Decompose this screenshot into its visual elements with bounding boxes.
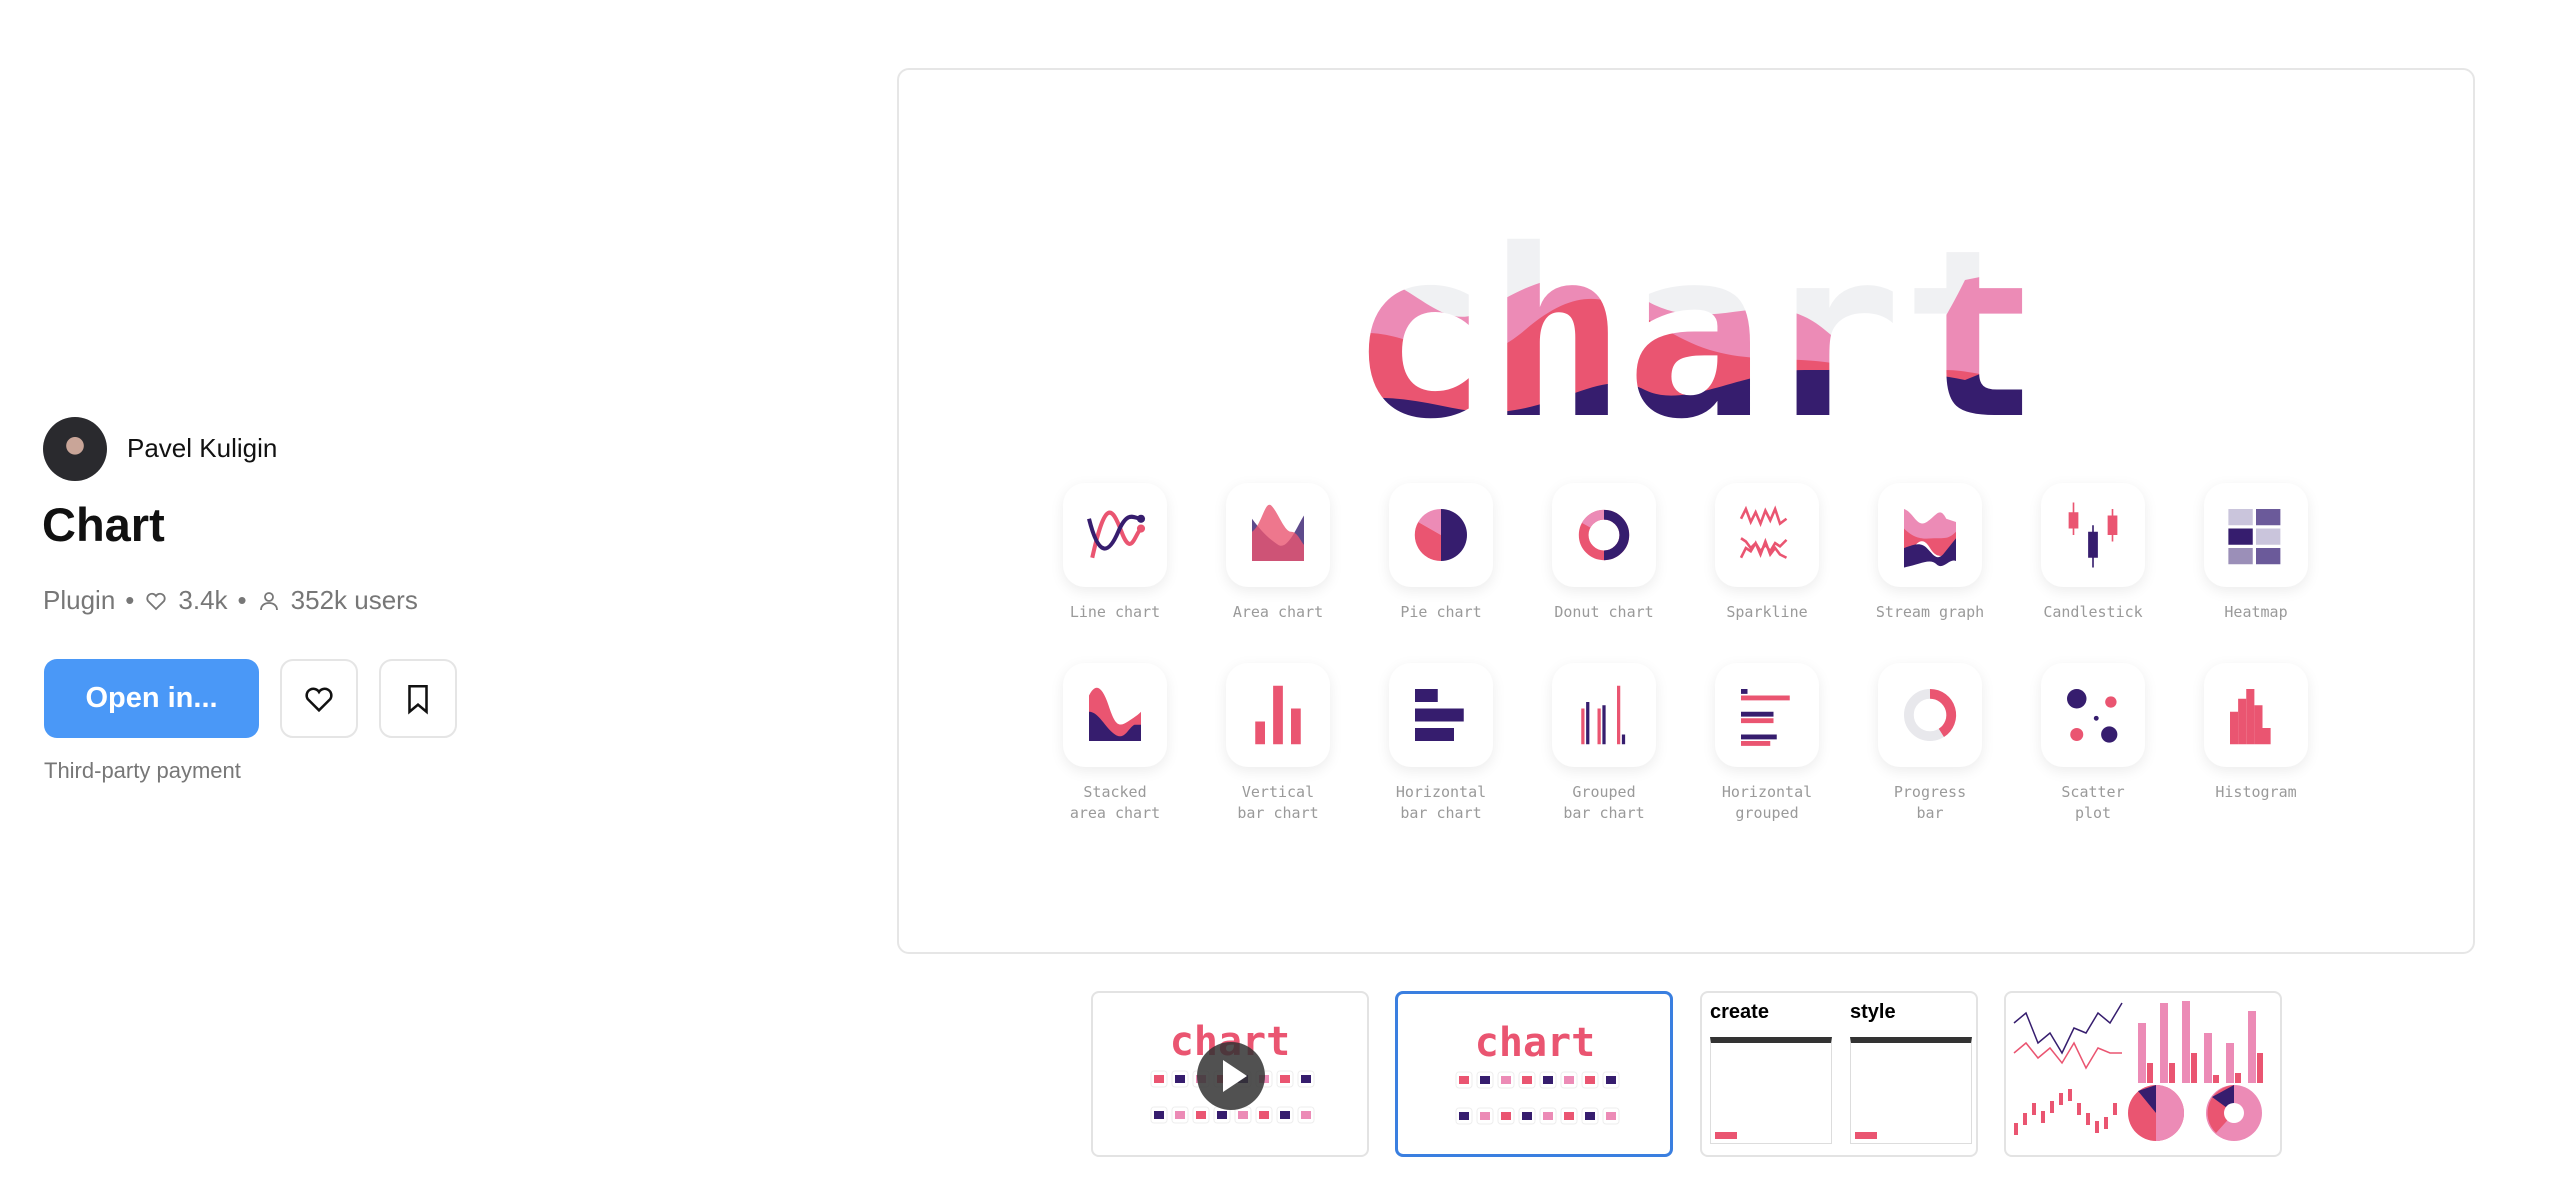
like-button[interactable] (280, 659, 358, 738)
stacked-area-icon (1089, 687, 1141, 741)
style-heading: style (1850, 1001, 1896, 1023)
chart-wordmark: chart (1350, 220, 2040, 450)
chart-type-candlestick (2041, 483, 2145, 587)
heart-icon (146, 592, 166, 610)
thumbnail-1[interactable]: chart (1091, 991, 1369, 1157)
thumbnail-4[interactable] (2004, 991, 2282, 1157)
chart-type-label: Stacked area chart (1069, 783, 1161, 822)
hero-preview: chart Line chart Area chart Pie chart Donut… (897, 68, 2475, 954)
user-count: 352k users (290, 585, 418, 615)
chart-type-label: Area chart (1232, 603, 1324, 621)
like-count: 3.4k (178, 585, 228, 615)
heart-icon (305, 687, 333, 712)
pie-chart-icon (1414, 508, 1467, 562)
chart-type-histogram (2204, 663, 2308, 767)
vertical-bar-icon (1255, 685, 1301, 745)
open-in-button[interactable]: Open in... (44, 659, 259, 738)
bookmark-button[interactable] (379, 659, 457, 738)
chart-type-label: Vertical bar chart (1237, 783, 1319, 822)
chart-type-pie-chart (1389, 483, 1493, 587)
progress-bar-icon (1904, 688, 1957, 741)
chart-type-heatmap (2204, 483, 2308, 587)
chart-type-horizontal-bar (1389, 663, 1493, 767)
chart-type-label: Progress bar (1893, 783, 1967, 822)
create-heading: create (1710, 1001, 1769, 1023)
plugin-type: Plugin (43, 585, 116, 615)
mini-wordmark: chart (1475, 1020, 1595, 1066)
chart-type-label: Histogram (2215, 783, 2297, 801)
area-chart-icon (1252, 504, 1304, 561)
separator-dot: • (237, 585, 247, 615)
sparkline-icon (1739, 505, 1788, 559)
candlestick-icon (2068, 502, 2118, 568)
author-name[interactable]: Pavel Kuligin (127, 433, 277, 464)
chart-type-label: Pie chart (1400, 603, 1482, 621)
plugin-meta: Plugin • 3.4k • 352k users (43, 585, 418, 616)
chart-type-donut-chart (1552, 483, 1656, 587)
histogram-icon (2230, 689, 2271, 745)
chart-type-horizontal-grouped (1715, 663, 1819, 767)
plugin-title: Chart (42, 498, 165, 551)
chart-type-grouped-bar (1552, 663, 1656, 767)
bookmark-icon (408, 684, 428, 714)
stream-graph-icon (1904, 509, 1956, 568)
mini-charts (2013, 1001, 2263, 1141)
chart-type-label: Heatmap (2224, 603, 2288, 621)
thumbnail-2[interactable]: chart (1395, 991, 1673, 1157)
chart-type-stream-graph (1878, 483, 1982, 587)
chart-type-label: Horizontal grouped (1721, 783, 1813, 822)
chart-type-label: Sparkline (1726, 603, 1808, 621)
chart-type-label: Line chart (1069, 603, 1161, 621)
chart-type-vertical-bar (1226, 663, 1330, 767)
chart-type-label: Grouped bar chart (1563, 783, 1645, 822)
horizontal-bar-icon (1415, 689, 1464, 741)
chart-type-label: Donut chart (1554, 603, 1654, 621)
chart-type-label: Stream graph (1875, 603, 1985, 621)
author-avatar[interactable] (43, 417, 107, 481)
chart-type-label: Scatter plot (2061, 783, 2125, 822)
play-icon[interactable] (1197, 1042, 1265, 1110)
scatter-plot-icon (2067, 689, 2118, 743)
user-icon (259, 591, 278, 610)
chart-type-line-chart (1063, 483, 1167, 587)
donut-chart-icon (1578, 509, 1630, 561)
thumbnail-3[interactable]: create style (1700, 991, 1978, 1157)
separator-dot: • (125, 585, 135, 615)
heatmap-icon (2228, 509, 2281, 565)
grouped-bar-icon (1581, 685, 1626, 745)
chart-type-scatter-plot (2041, 663, 2145, 767)
chart-type-sparkline (1715, 483, 1819, 587)
horizontal-grouped-icon (1741, 689, 1790, 746)
line-chart-icon (1087, 510, 1146, 559)
payment-note: Third-party payment (44, 758, 241, 783)
chart-type-area-chart (1226, 483, 1330, 587)
chart-type-label: Horizontal bar chart (1395, 783, 1487, 822)
chart-type-label: Candlestick (2043, 603, 2143, 621)
chart-type-progress-bar (1878, 663, 1982, 767)
chart-type-stacked-area (1063, 663, 1167, 767)
